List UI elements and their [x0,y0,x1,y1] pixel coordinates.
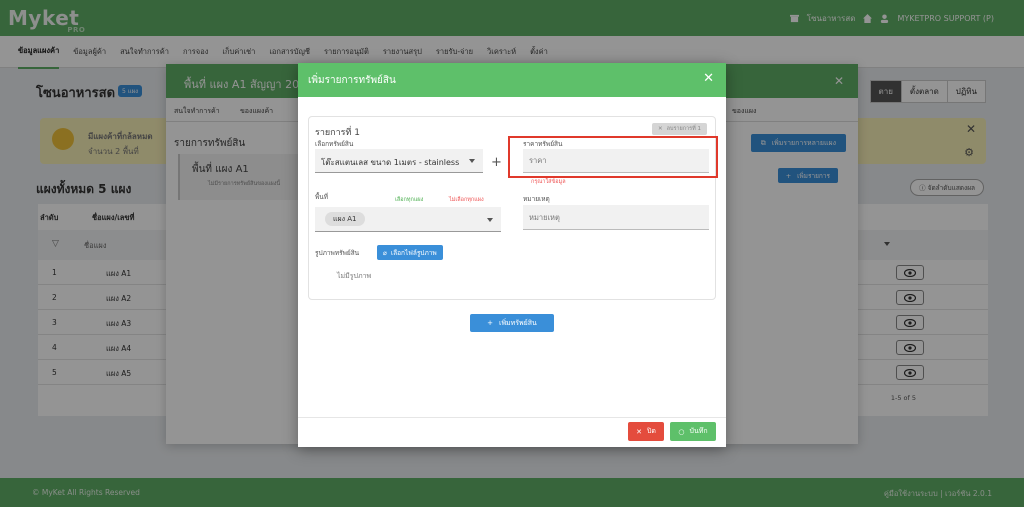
add-asset-button[interactable]: + เพิ่มทรัพย์สิน [470,314,554,332]
save-button[interactable]: ○ บันทึก [670,422,716,441]
choose-image-label: เลือกไฟล์รูปภาพ [390,248,437,257]
close-icon[interactable]: ✕ [703,71,714,86]
delete-item-button[interactable]: ✕ ลบรายการที่ 1 [652,123,707,135]
note-label: หมายเหตุ [523,195,550,203]
image-label: รูปภาพทรัพย์สิน [315,249,360,257]
modal-header: เพิ่มรายการทรัพย์สิน ✕ [298,63,726,97]
note-input-wrap [523,205,709,230]
price-field-highlight [508,136,718,178]
chevron-down-icon [487,218,493,222]
price-required-hint: กรุณาใส่ข้อมูล [531,179,566,185]
close-label: ปิด [646,427,656,435]
close-button[interactable]: ✕ ปิด [628,422,664,441]
circle-icon: ○ [678,427,685,436]
delete-item-label: ลบรายการที่ 1 [666,126,701,132]
paperclip-icon: ⌀ [383,248,387,257]
add-asset-type-button[interactable]: + [491,155,502,170]
add-asset-modal: เพิ่มรายการทรัพย์สิน ✕ รายการที่ 1 ✕ ลบร… [298,63,726,447]
chevron-down-icon [469,159,475,163]
choose-image-button[interactable]: ⌀ เลือกไฟล์รูปภาพ [377,245,443,260]
area-chip[interactable]: แผง A1 [325,212,365,226]
close-icon: ✕ [636,427,642,436]
no-image-text: ไม่มีรูปภาพ [337,272,372,280]
note-input[interactable] [523,205,709,229]
item-title: รายการที่ 1 [315,128,361,138]
close-icon: ✕ [658,126,663,132]
area-label: พื้นที่ [315,193,329,201]
asset-select[interactable]: โต๊ะสแตนเลส ขนาด 1เมตร - stainless [315,149,483,173]
select-all-stalls-link[interactable]: เลือกทุกแผง [395,196,423,204]
plus-icon: + [487,319,494,327]
deselect-all-stalls-link[interactable]: ไม่เลือกทุกแผง [449,196,484,204]
asset-select-value: โต๊ะสแตนเลส ขนาด 1เมตร - stainless [321,158,460,167]
add-asset-label: เพิ่มทรัพย์สิน [499,318,537,327]
select-asset-label: เลือกทรัพย์สิน [315,140,354,148]
save-label: บันทึก [689,427,708,435]
footer-divider [298,417,726,418]
modal-title: เพิ่มรายการทรัพย์สิน [308,75,396,86]
